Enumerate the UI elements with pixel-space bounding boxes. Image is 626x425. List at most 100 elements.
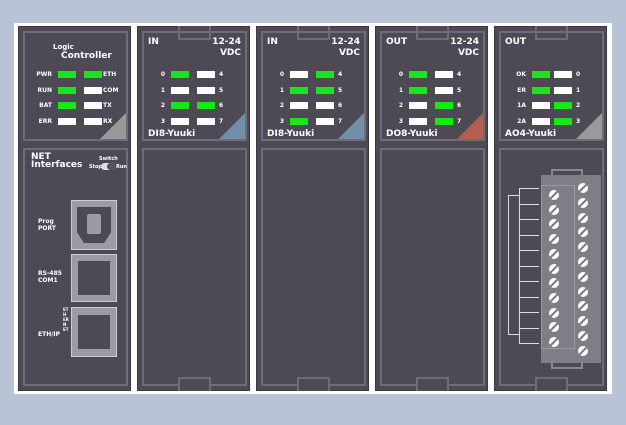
io-module[interactable]: IN 12-24 VDC 0 41 52 63 7 DI8-Yuuki — [137, 26, 250, 391]
wire — [519, 219, 539, 220]
voltage-unit-label: VDC — [338, 48, 360, 58]
ethernet-rj45-port-icon[interactable] — [71, 307, 117, 357]
led-label: 5 — [338, 86, 343, 94]
led-on — [435, 117, 453, 125]
ethernet-vertical-label: ETHERNET — [63, 307, 69, 332]
voltage-label: 12-24 — [212, 37, 241, 47]
wire — [519, 265, 539, 267]
terminal-screw[interactable] — [578, 183, 588, 193]
led-label: RUN — [37, 86, 52, 94]
voltage-unit-label: VDC — [219, 48, 241, 58]
led-label: 2 — [160, 102, 165, 109]
terminal-screw[interactable] — [578, 331, 588, 341]
voltage-label: 12-24 — [331, 37, 360, 47]
terminal-screw[interactable] — [549, 337, 559, 347]
led-label: 3 — [398, 117, 403, 125]
module-name: DI8-Yuuki — [148, 129, 196, 139]
wire — [519, 250, 539, 251]
io-status-panel: IN 12-24 VDC 0 41 52 63 7 DI8-Yuuki — [142, 31, 247, 141]
led-on — [197, 102, 215, 109]
led-label: ERR — [38, 117, 52, 125]
led-on — [554, 102, 572, 109]
module-corner-marker — [576, 113, 602, 139]
io-module[interactable]: OUT OK 0 ER 1 1A 2 2A 3 AO4-Yuuki — [494, 26, 607, 391]
wire — [519, 281, 539, 282]
terminal-bottom-tab — [551, 362, 583, 369]
rs485-rj45-port-icon[interactable] — [71, 254, 117, 302]
led-label: 3 — [160, 117, 165, 125]
led-label: 1 — [279, 86, 284, 94]
voltage-label: 12-24 — [450, 37, 479, 47]
led-off — [554, 86, 572, 94]
led-label: 1 — [398, 86, 403, 94]
module-name: DI8-Yuuki — [267, 129, 315, 139]
logic-controller-module[interactable]: Logic Controller PWR ETH RUN COM BAT TX ERR… — [18, 26, 131, 391]
led-off — [435, 86, 453, 94]
led-label: 2 — [576, 102, 581, 109]
terminal-screw[interactable] — [578, 212, 588, 223]
terminal-screw[interactable] — [549, 292, 559, 303]
bottom-connector-tab — [178, 377, 211, 391]
bottom-connector-tab — [297, 377, 330, 391]
led-off — [316, 102, 334, 109]
io-module[interactable]: IN 12-24 VDC 0 41 52 63 7 DI8-Yuuki — [256, 26, 369, 391]
wire — [519, 327, 539, 329]
led-on — [171, 102, 189, 109]
led-label: 1 — [160, 86, 165, 94]
led-label: 1 — [576, 86, 581, 94]
led-off — [532, 102, 550, 109]
io-module[interactable]: OUT 12-24 VDC 0 41 52 63 7 DO8-Yuuki — [375, 26, 488, 391]
io-lower-panel — [261, 148, 366, 386]
io-lower-panel — [499, 148, 604, 386]
rs485-label: RS-485 — [38, 270, 62, 277]
io-status-panel: OUT 12-24 VDC 0 41 52 63 7 DO8-Yuuki — [380, 31, 485, 141]
stop-run-switch[interactable] — [101, 163, 115, 170]
voltage-unit-label: VDC — [457, 48, 479, 58]
wire — [508, 195, 519, 335]
led-label: 1A — [517, 102, 526, 109]
module-corner-marker — [457, 113, 483, 139]
led-off — [58, 117, 76, 125]
terminal-screw[interactable] — [578, 257, 588, 267]
led-off — [554, 71, 572, 78]
led-label: 2 — [279, 102, 284, 109]
led-on — [171, 71, 189, 78]
led-off — [84, 102, 102, 109]
terminal-screw[interactable] — [549, 248, 559, 259]
led-label: 6 — [219, 102, 224, 109]
module-name: AO4-Yuuki — [505, 129, 557, 139]
led-off — [409, 117, 427, 125]
terminal-screw[interactable] — [549, 307, 559, 318]
terminal-screw[interactable] — [578, 286, 588, 297]
terminal-screw[interactable] — [578, 271, 588, 282]
prog-port-label: Prog — [38, 218, 54, 225]
led-on — [435, 102, 453, 109]
led-label: 5 — [219, 86, 224, 94]
bottom-connector-tab — [416, 377, 449, 391]
led-off — [197, 71, 215, 78]
led-on — [58, 71, 76, 78]
led-label: PWR — [36, 71, 52, 78]
wire — [519, 188, 520, 343]
wire — [519, 203, 539, 205]
switch-run-label: Run — [116, 164, 127, 170]
led-off — [290, 102, 308, 109]
com1-label: COM1 — [38, 277, 58, 284]
module-name: DO8-Yuuki — [386, 129, 438, 139]
controller-title: Controller — [61, 51, 112, 61]
terminal-screw[interactable] — [549, 190, 559, 200]
usb-b-port-icon[interactable] — [71, 200, 117, 250]
controller-corner-marker — [100, 113, 126, 139]
controller-status-panel: Logic Controller PWR ETH RUN COM BAT TX ERR… — [23, 31, 128, 141]
terminal-screw[interactable] — [578, 345, 588, 356]
terminal-screw[interactable] — [549, 204, 559, 215]
wire — [519, 312, 539, 313]
led-label: ETH — [103, 71, 117, 78]
terminal-screw[interactable] — [578, 197, 588, 208]
led-label: 4 — [219, 71, 224, 78]
wire — [519, 188, 539, 189]
io-status-panel: IN 12-24 VDC 0 41 52 63 7 DI8-Yuuki — [261, 31, 366, 141]
terminal-screw[interactable] — [549, 263, 559, 274]
led-on — [58, 102, 76, 109]
io-lower-panel — [380, 148, 485, 386]
